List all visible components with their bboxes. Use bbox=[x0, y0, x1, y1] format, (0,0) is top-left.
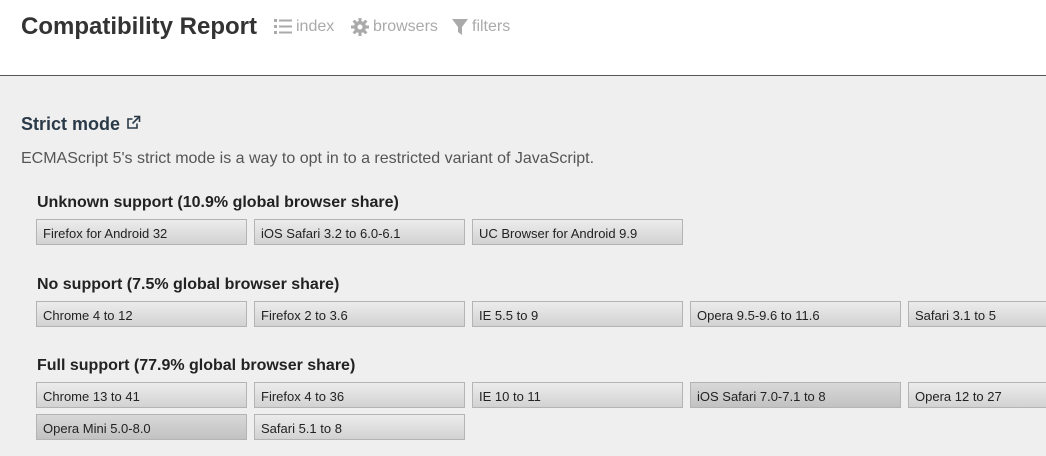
feature-description: ECMAScript 5's strict mode is a way to o… bbox=[21, 150, 595, 167]
feature-title: Strict mode bbox=[21, 114, 141, 135]
nav-index-link[interactable]: index bbox=[273, 17, 334, 37]
no-support-browsers: Chrome 4 to 12 Firefox 2 to 3.6 IE 5.5 t… bbox=[36, 301, 1046, 365]
browser-chip[interactable]: UC Browser for Android 9.9 bbox=[472, 219, 683, 245]
browser-chip[interactable]: Opera 9.5-9.6 to 11.6 bbox=[690, 301, 901, 327]
full-support-browsers: Chrome 13 to 41 Firefox 4 to 36 IE 10 to… bbox=[36, 382, 1046, 446]
browser-chip[interactable]: IE 10 to 11 bbox=[472, 382, 683, 408]
browser-chip[interactable]: IE 5.5 to 9 bbox=[472, 301, 683, 327]
filter-icon bbox=[451, 17, 469, 37]
nav-filters-label: filters bbox=[472, 18, 511, 35]
nav-filters-link[interactable]: filters bbox=[451, 17, 510, 37]
list-icon bbox=[273, 17, 293, 37]
gear-icon bbox=[350, 17, 370, 37]
browser-chip[interactable]: Firefox 2 to 3.6 bbox=[254, 301, 465, 327]
unknown-support-browsers: Firefox for Android 32 iOS Safari 3.2 to… bbox=[36, 219, 1046, 283]
nav-index-label: index bbox=[296, 18, 335, 35]
browser-chip[interactable]: iOS Safari 7.0-7.1 to 8 bbox=[690, 382, 901, 408]
nav-browsers-label: browsers bbox=[373, 18, 438, 35]
browser-chip[interactable]: Firefox for Android 32 bbox=[36, 219, 247, 245]
browser-chip[interactable]: Chrome 4 to 12 bbox=[36, 301, 247, 327]
unknown-support-heading: Unknown support (10.9% global browser sh… bbox=[37, 194, 399, 211]
external-link-icon[interactable] bbox=[126, 114, 141, 135]
feature-title-text: Strict mode bbox=[21, 114, 121, 134]
no-support-heading: No support (7.5% global browser share) bbox=[37, 276, 340, 293]
full-support-heading: Full support (77.9% global browser share… bbox=[37, 357, 356, 374]
page-title: Compatibility Report bbox=[21, 13, 258, 40]
browser-chip[interactable]: Firefox 4 to 36 bbox=[254, 382, 465, 408]
browser-chip[interactable]: Safari 5.1 to 8 bbox=[254, 414, 465, 440]
browser-chip[interactable]: Safari 3.1 to 5 bbox=[908, 301, 1046, 327]
browser-chip[interactable]: Opera 12 to 27 bbox=[908, 382, 1046, 408]
browser-chip[interactable]: iOS Safari 3.2 to 6.0-6.1 bbox=[254, 219, 465, 245]
nav-browsers-link[interactable]: browsers bbox=[350, 17, 438, 37]
top-bar: Compatibility Report index browsers filt… bbox=[0, 0, 1046, 76]
browser-chip[interactable]: Opera Mini 5.0-8.0 bbox=[36, 414, 247, 440]
browser-chip[interactable]: Chrome 13 to 41 bbox=[36, 382, 247, 408]
